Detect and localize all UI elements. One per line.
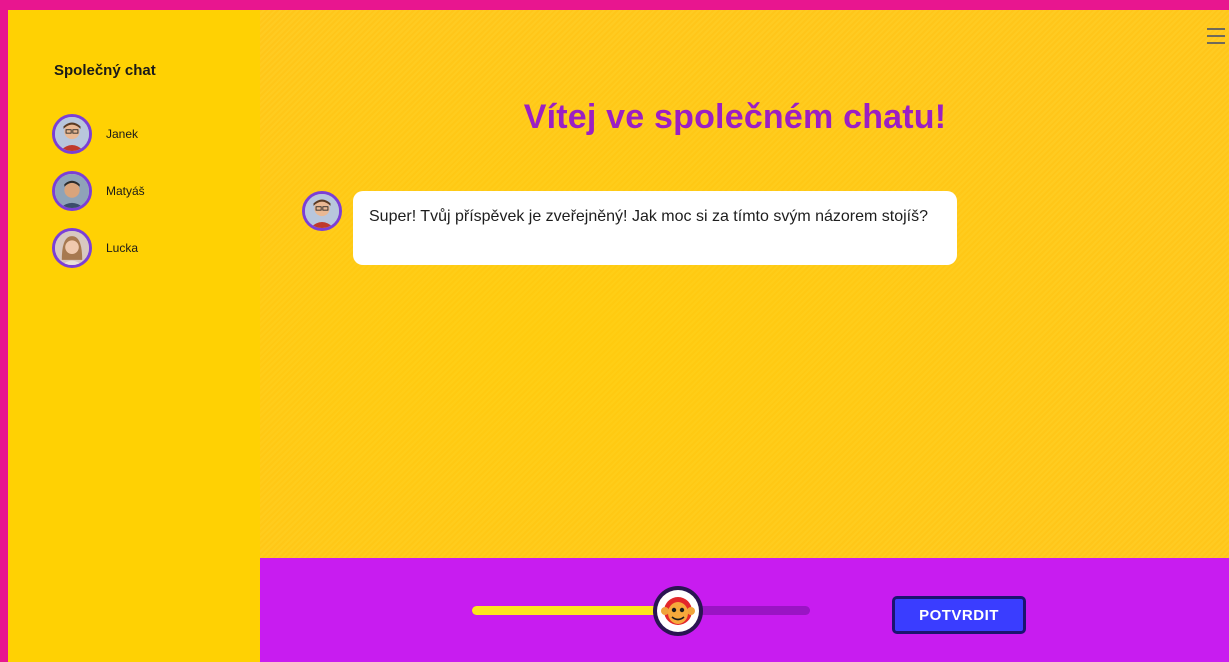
response-bar: POTVRDIT	[260, 558, 1229, 662]
sidebar-user-matyas[interactable]: Matyáš	[52, 168, 145, 214]
confirm-button[interactable]: POTVRDIT	[892, 596, 1026, 634]
avatar	[52, 114, 92, 154]
chat-message-bubble: Super! Tvůj příspěvek je zveřejněný! Jak…	[353, 191, 957, 265]
slider-handle[interactable]	[653, 586, 704, 636]
avatar-photo-janek	[55, 117, 89, 151]
avatar-photo-lucka	[55, 231, 89, 265]
chat-main: Vítej ve společném chatu! Super! Tvůj př…	[260, 10, 1229, 558]
user-name: Janek	[106, 127, 139, 141]
user-name: Lucka	[106, 241, 139, 255]
sidebar: Společný chat Janek Matyáš Lucka	[8, 10, 260, 662]
user-name: Matyáš	[106, 184, 145, 198]
message-author-avatar	[302, 191, 342, 231]
monkey-face-icon	[661, 597, 696, 625]
sidebar-title: Společný chat	[54, 62, 156, 79]
avatar	[52, 171, 92, 211]
agreement-slider[interactable]	[472, 606, 810, 615]
chat-app: Společný chat Janek Matyáš Lucka Vítej v…	[8, 10, 1229, 662]
page-title: Vítej ve společném chatu!	[523, 98, 947, 136]
hamburger-menu-icon[interactable]	[1207, 26, 1225, 46]
app-frame: Společný chat Janek Matyáš Lucka Vítej v…	[0, 0, 1229, 662]
sidebar-user-lucka[interactable]: Lucka	[52, 225, 138, 271]
avatar-photo-matyas	[55, 174, 89, 208]
avatar-photo-janek	[305, 194, 339, 228]
avatar	[52, 228, 92, 268]
sidebar-user-janek[interactable]: Janek	[52, 111, 138, 157]
slider-fill	[472, 606, 679, 615]
